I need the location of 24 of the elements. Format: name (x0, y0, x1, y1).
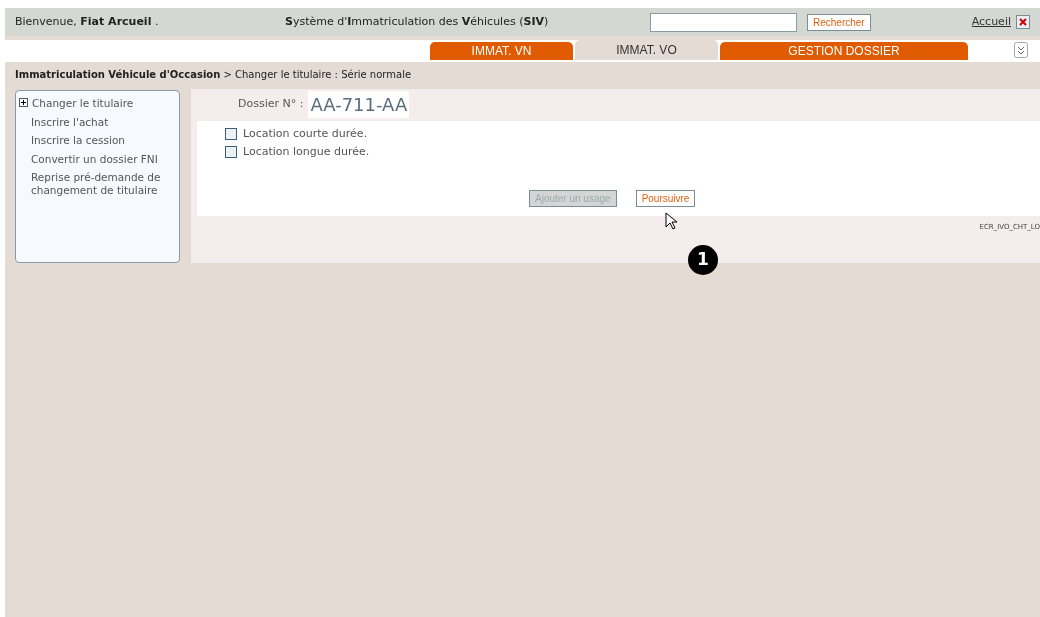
welcome-text: Bienvenue, Fiat Arcueil . (15, 13, 160, 30)
callout-marker: 1 (688, 245, 718, 275)
checkbox[interactable] (225, 146, 237, 158)
close-icon[interactable] (1016, 15, 1030, 29)
sidebar-item[interactable]: Convertir un dossier FNI (16, 150, 179, 170)
sidebar-item[interactable]: Inscrire l'achat (16, 113, 179, 133)
search-field[interactable] (650, 12, 797, 32)
expand-icon[interactable] (19, 98, 28, 107)
tab[interactable]: IMMAT. VO (575, 40, 718, 60)
system-title: Système d'Immatriculation des Véhicules (SIV) (285, 13, 550, 30)
action-button[interactable]: Poursuivre (635, 190, 696, 207)
sidebar-item[interactable]: Reprise pré-demande de changement de titulaire (16, 169, 179, 201)
search-button[interactable]: Rechercher (807, 13, 871, 31)
sidebar-item[interactable]: Changer le titulaire (16, 95, 179, 114)
dossier-number: AA-711-AA (308, 91, 410, 118)
checkbox[interactable] (225, 128, 237, 140)
home-link[interactable]: Accueil (971, 13, 1011, 31)
checkbox-label: Location courte durée. (243, 125, 368, 142)
sidebar-item[interactable]: Inscrire la cession (16, 132, 179, 151)
breadcrumb: Immatriculation Véhicule d'Occasion > Changer le titulaire : Série normale (15, 68, 412, 82)
dossier-label: Dossier N° : (238, 96, 304, 113)
tab[interactable]: IMMAT. VN (430, 42, 573, 60)
tab[interactable]: GESTION DOSSIER (720, 42, 968, 60)
checkbox-label: Location longue durée. (243, 143, 370, 160)
